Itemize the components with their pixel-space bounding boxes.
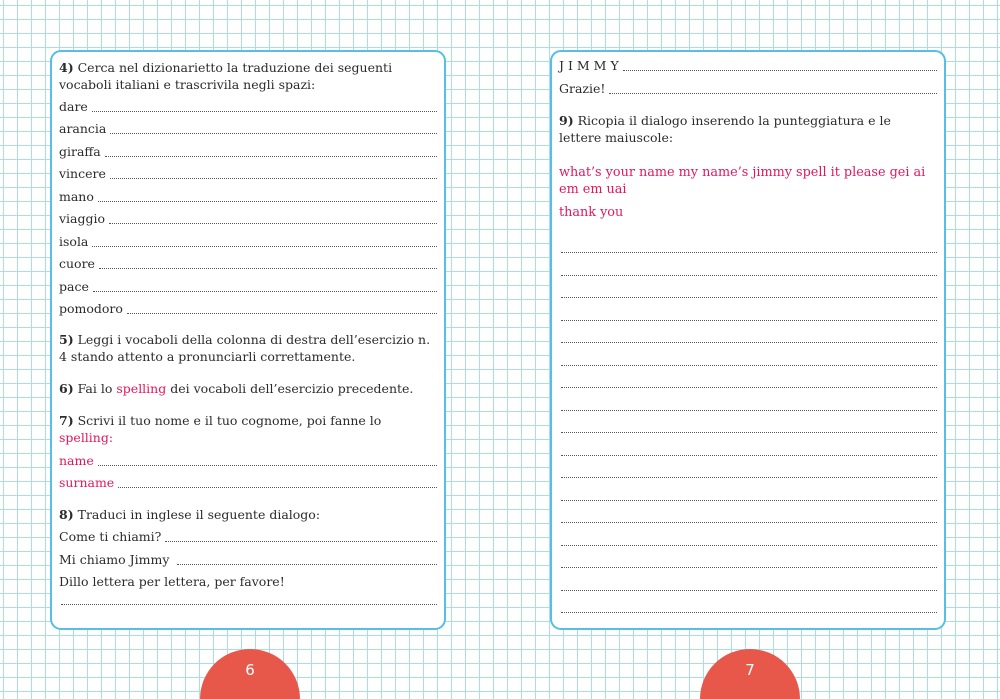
word-answer-line[interactable] — [104, 155, 437, 157]
page-number-badge-right: 7 — [700, 649, 800, 699]
exercise-8-dialog: Come ti chiami? Mi chiamo Jimmy Dillo le… — [59, 528, 437, 605]
word-label: arancia — [59, 121, 107, 136]
answer-line[interactable] — [559, 478, 937, 501]
surname-field-label: surname — [59, 475, 115, 490]
word-row: pomodoro — [59, 300, 437, 317]
dialog-answer-line-2[interactable] — [177, 563, 437, 565]
exercise-6-text-before: Fai lo — [77, 381, 113, 396]
word-answer-line[interactable] — [91, 110, 437, 112]
word-label: pace — [59, 278, 89, 294]
word-label: viaggio — [59, 211, 106, 226]
answer-line[interactable] — [559, 546, 937, 568]
answer-line[interactable] — [559, 411, 937, 433]
answer-line[interactable] — [559, 343, 937, 366]
answer-line[interactable] — [559, 456, 937, 478]
dialog-answer-line-3[interactable] — [59, 590, 437, 605]
exercise-9-answer-lines — [559, 231, 937, 613]
exercise-9-number: 9) — [559, 112, 574, 128]
word-row: mano — [59, 188, 437, 205]
answer-line[interactable] — [559, 253, 937, 276]
exercise-6-text-after: dei vocaboli dell’esercizio precedente. — [170, 381, 414, 396]
exercise-6-highlight: spelling — [116, 381, 167, 396]
answer-line[interactable] — [559, 591, 937, 613]
exercise-7-number: 7) — [59, 413, 74, 428]
word-row: cuore — [59, 255, 437, 272]
exercise-5-prompt: 5) Leggi i vocaboli della colonna di des… — [59, 331, 437, 365]
exercise-7-prompt: 7) Scrivi il tuo nome e il tuo cognome, … — [59, 412, 437, 446]
word-answer-line[interactable] — [92, 245, 437, 247]
word-label: giraffa — [59, 143, 101, 159]
exercise-4-word-list: dare arancia giraffa vincere mano viaggio isol… — [59, 98, 437, 318]
word-row: vincere — [59, 165, 437, 182]
exercise-8-text: Traduci in inglese il seguente dialogo: — [77, 506, 321, 522]
exercise-9-prompt: 9) Ricopia il dialogo inserendo la punte… — [559, 112, 937, 146]
exercise-4-number: 4) — [59, 60, 74, 75]
dialog-jimmy-label: J I M M Y — [559, 58, 619, 73]
word-answer-line[interactable] — [92, 290, 437, 292]
exercise-6-number: 6) — [59, 381, 74, 396]
exercise-6-prompt: 6) Fai lo spelling dei vocaboli dell’ese… — [59, 380, 437, 397]
surname-answer-line[interactable] — [118, 486, 437, 488]
exercise-4-prompt: 4) Cerca nel dizionarietto la traduzione… — [59, 59, 437, 93]
answer-line[interactable] — [559, 231, 937, 253]
page-number-badge-left: 6 — [200, 649, 300, 699]
answer-line[interactable] — [559, 298, 937, 321]
answer-line[interactable] — [559, 568, 937, 591]
jimmy-row: J I M M Y — [559, 57, 937, 74]
dialog-line-1: Come ti chiami? — [59, 529, 162, 544]
name-answer-line[interactable] — [97, 464, 437, 466]
answer-line[interactable] — [559, 433, 937, 456]
exercise-8-number: 8) — [59, 506, 74, 522]
page-left-panel: 4) Cerca nel dizionarietto la traduzione… — [50, 50, 446, 630]
answer-line[interactable] — [559, 388, 937, 411]
word-label: dare — [59, 98, 88, 114]
dialog-answer-line-1[interactable] — [165, 540, 437, 542]
answer-line[interactable] — [559, 366, 937, 388]
word-answer-line[interactable] — [98, 267, 437, 269]
word-row: viaggio — [59, 210, 437, 227]
name-field-label: name — [59, 452, 94, 468]
grazie-answer-line[interactable] — [609, 92, 937, 94]
exercise-4-text: Cerca nel dizionarietto la traduzione de… — [59, 60, 393, 92]
word-label: vincere — [59, 166, 106, 181]
dialog-line-2: Mi chiamo Jimmy — [59, 551, 170, 567]
word-row: dare — [59, 98, 437, 115]
exercise-9-red-line-1: what’s your name my name’s jimmy spell i… — [559, 164, 926, 197]
exercise-9-text: Ricopia il dialogo inserendo la punteggi… — [559, 112, 891, 145]
word-label: mano — [59, 188, 94, 204]
page-right-panel: J I M M Y Grazie! 9) Ricopia il dialogo … — [550, 50, 946, 630]
word-row: isola — [59, 233, 437, 250]
exercise-7-highlight: spelling: — [59, 430, 114, 445]
exercise-7-text: Scrivi il tuo nome e il tuo cognome, poi… — [77, 413, 382, 428]
word-answer-line[interactable] — [109, 177, 437, 179]
word-answer-line[interactable] — [97, 200, 437, 202]
word-row: pace — [59, 278, 437, 295]
surname-field-row: surname — [59, 474, 437, 491]
name-field-row: name — [59, 452, 437, 469]
exercise-5-number: 5) — [59, 332, 74, 347]
word-label: isola — [59, 233, 89, 249]
word-answer-line[interactable] — [126, 312, 437, 314]
word-row: arancia — [59, 120, 437, 137]
jimmy-answer-line[interactable] — [622, 69, 937, 71]
exercise-9-red-line-2: thank you — [559, 204, 624, 220]
dialog-grazie-label: Grazie! — [559, 80, 606, 96]
word-label: pomodoro — [59, 301, 123, 316]
answer-line[interactable] — [559, 276, 937, 298]
dialog-row-2: Mi chiamo Jimmy — [59, 551, 437, 568]
answer-line[interactable] — [559, 321, 937, 343]
answer-line[interactable] — [559, 523, 937, 546]
word-answer-line[interactable] — [109, 222, 437, 224]
word-row: giraffa — [59, 143, 437, 160]
word-label: cuore — [59, 256, 95, 271]
answer-line[interactable] — [559, 501, 937, 523]
exercise-7-fields: name surname — [59, 452, 437, 492]
dialog-row-1: Come ti chiami? — [59, 528, 437, 545]
word-answer-line[interactable] — [110, 132, 437, 134]
dialog-line-3: Dillo lettera per lettera, per favore! — [59, 574, 285, 589]
exercise-5-text: Leggi i vocaboli della colonna di destra… — [59, 332, 431, 364]
exercise-8-prompt: 8) Traduci in inglese il seguente dialog… — [59, 506, 437, 523]
grazie-row: Grazie! — [559, 80, 937, 97]
